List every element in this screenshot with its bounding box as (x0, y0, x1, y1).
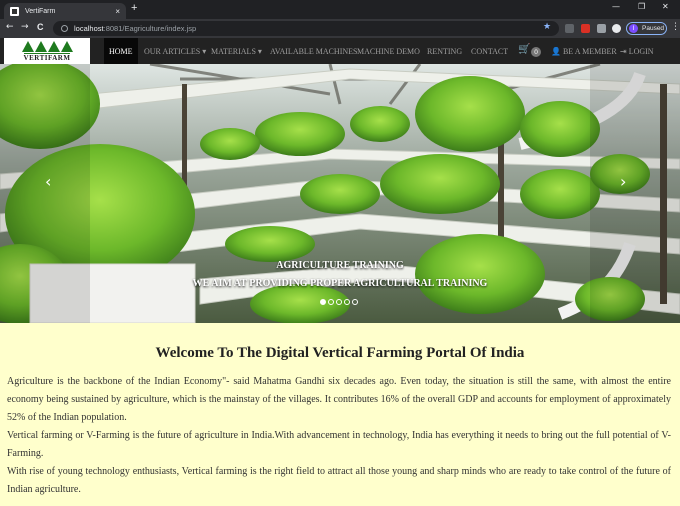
intro-paragraph: Vertical farming or V-Farming is the fut… (7, 430, 671, 459)
intro-section: Welcome To The Digital Vertical Farming … (0, 323, 680, 506)
nav-our-articles[interactable]: OUR ARTICLES ▾ (144, 38, 206, 64)
extension-icon[interactable] (565, 24, 574, 33)
nav-login[interactable]: ⇥ LOGIN (620, 38, 654, 64)
cart-icon[interactable]: 🛒 (518, 44, 530, 55)
carousel-indicators (320, 299, 358, 305)
carousel-indicator[interactable] (352, 299, 358, 305)
tab-close-icon[interactable]: × (115, 7, 120, 16)
carousel-indicator[interactable] (344, 299, 350, 305)
close-window-icon[interactable]: ✕ (662, 2, 669, 11)
extension-icon[interactable] (597, 24, 606, 33)
logo-text: VERTIFARM (23, 53, 71, 62)
tab-title: VertiFarm (25, 7, 56, 15)
carousel-next-icon[interactable]: › (620, 172, 626, 191)
carousel-indicator[interactable] (328, 299, 334, 305)
new-tab-button[interactable]: + (131, 2, 137, 14)
address-bar[interactable]: localhost :8081/Eagriculture/index.jsp (53, 21, 559, 36)
nav-be-a-member[interactable]: 👤 BE A MEMBER (551, 38, 617, 64)
reload-icon[interactable]: C (37, 22, 44, 32)
carousel-prev-icon[interactable]: ‹ (45, 172, 51, 191)
member-label: BE A MEMBER (562, 46, 617, 56)
bookmark-star-icon[interactable]: ★ (543, 22, 551, 32)
page-title: Welcome To The Digital Vertical Farming … (155, 345, 525, 361)
profile-button[interactable]: I Paused (626, 22, 667, 35)
extension-icon[interactable] (581, 24, 590, 33)
minimize-icon[interactable]: — (612, 2, 620, 11)
url-path: :8081/Eagriculture/index.jsp (103, 24, 197, 33)
forward-icon[interactable]: → (21, 22, 29, 32)
intro-paragraph: Agriculture is the backbone of the India… (7, 376, 671, 423)
browser-tab[interactable]: VertiFarm × (4, 3, 126, 19)
favicon-icon (10, 6, 19, 16)
nav-machine-demo[interactable]: MACHINE DEMO (357, 38, 420, 64)
restore-icon[interactable]: ❐ (638, 2, 645, 11)
carousel-caption-text: WE AIM AT PROVIDING PROPER AGRICULTURAL … (192, 278, 488, 289)
back-icon[interactable]: ← (6, 22, 14, 32)
carousel-indicator[interactable] (336, 299, 342, 305)
user-icon: 👤 (551, 46, 561, 56)
login-label: LOGIN (628, 46, 654, 56)
login-icon: ⇥ (620, 46, 627, 56)
carousel-caption-title: AGRICULTURE TRAINING (276, 260, 404, 271)
trees-icon (21, 41, 73, 52)
cart-count-badge: 0 (531, 47, 541, 57)
avatar: I (629, 24, 638, 33)
browser-tabstrip: VertiFarm × + — ❐ ✕ (0, 0, 680, 19)
nav-materials[interactable]: MATERIALS ▾ (211, 38, 262, 64)
site-navbar: VERTIFARM HOME OUR ARTICLES ▾ MATERIALS … (0, 38, 680, 64)
profile-status: Paused (642, 25, 665, 32)
url-host: localhost (74, 24, 104, 33)
nav-renting[interactable]: RENTING (427, 38, 462, 64)
nav-home[interactable]: HOME (104, 38, 138, 64)
info-icon[interactable] (61, 25, 68, 32)
carousel-indicator[interactable] (320, 299, 326, 305)
hero-carousel: ‹ › AGRICULTURE TRAINING WE AIM AT PROVI… (0, 64, 680, 323)
puzzle-icon[interactable] (612, 24, 621, 33)
intro-paragraph: With rise of young technology enthusiast… (7, 466, 671, 495)
nav-available-machines[interactable]: AVAILABLE MACHINES (270, 38, 358, 64)
site-logo[interactable]: VERTIFARM (4, 38, 90, 64)
menu-kebab-icon[interactable]: ⋮ (671, 22, 680, 32)
browser-toolbar: ← → C localhost :8081/Eagriculture/index… (0, 19, 680, 38)
nav-contact[interactable]: CONTACT (471, 38, 508, 64)
